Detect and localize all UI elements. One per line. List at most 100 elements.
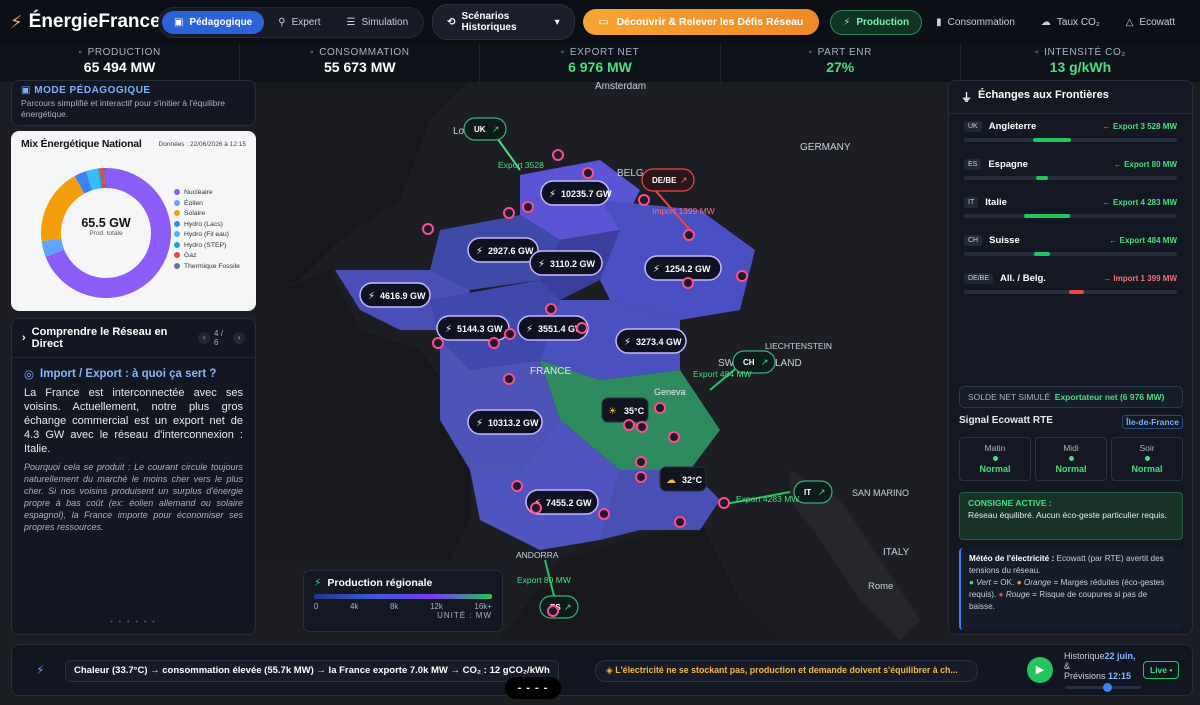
power-plant-marker[interactable] (598, 508, 610, 520)
power-plant-marker[interactable] (682, 277, 694, 289)
power-plant-marker[interactable] (736, 270, 748, 282)
kpi-icon: ◦ (310, 47, 315, 58)
power-plant-marker[interactable] (576, 322, 588, 334)
exchange-flow: ← Export 484 MW (1109, 236, 1177, 245)
power-plant-marker[interactable] (511, 480, 523, 492)
power-plant-marker[interactable] (654, 402, 666, 414)
ecowatt-slot-1[interactable]: Midi Normal (1035, 437, 1107, 481)
bolt-icon: ⚡ (476, 246, 483, 257)
weather-badge[interactable]: ☁ 32°C (659, 466, 707, 492)
region-production-badge[interactable]: ⚡ 3273.4 GW (615, 328, 687, 354)
region-value: 10313.2 GW (488, 418, 539, 428)
live-button[interactable]: Live • (1143, 661, 1180, 679)
power-plant-marker[interactable] (638, 194, 650, 206)
meteo-green: Vert (976, 578, 991, 587)
gauge-unit: UNITÉ : MW (437, 611, 492, 620)
region-production-badge[interactable]: ⚡ 2927.6 GW (467, 237, 539, 263)
power-plant-marker[interactable] (718, 497, 730, 509)
power-plant-marker[interactable] (422, 223, 434, 235)
region-production-badge[interactable]: ⚡ 5144.3 GW (436, 315, 510, 341)
power-plant-marker[interactable] (668, 431, 680, 443)
kpi-value: 6 976 MW (568, 59, 632, 75)
power-plant-marker[interactable] (547, 605, 559, 617)
exchange-flow: → Import 1 399 MW (1103, 274, 1177, 283)
bolt-icon: ⚡ (843, 16, 851, 28)
place-label: Amsterdam (595, 81, 646, 92)
mode-tab-0[interactable]: ▣ Pédagogique (162, 10, 265, 34)
gauge-tick: 4k (349, 602, 359, 611)
region-production-badge[interactable]: ⚡ 4616.9 GW (359, 282, 431, 308)
scenarios-dropdown[interactable]: ⟲ Scénarios Historiques ▾ (432, 4, 575, 40)
power-plant-marker[interactable] (545, 303, 557, 315)
exchange-bar (964, 176, 1177, 180)
exchange-bar-fill (1033, 138, 1071, 142)
country-code: ES (964, 159, 982, 170)
next-button[interactable]: › (233, 332, 245, 344)
history-amp: & (1064, 661, 1071, 671)
exchange-row-ch[interactable]: CH Suisse ← Export 484 MW (949, 228, 1192, 266)
kpi-value: 13 g/kWh (1049, 59, 1112, 75)
power-plant-marker[interactable] (635, 471, 647, 483)
challenges-button[interactable]: ▭ Découvrir & Relever les Défis Réseau (582, 9, 820, 35)
temperature-value: 32°C (682, 475, 703, 485)
play-button[interactable]: ▶ (1027, 657, 1053, 683)
region-production-badge[interactable]: ⚡ 3110.2 GW (529, 250, 603, 276)
region-production-badge[interactable]: ⚡ 10235.7 GW (540, 180, 612, 206)
exchange-row-es[interactable]: ES Espagne ← Export 80 MW (949, 152, 1192, 190)
floating-indicator[interactable]: - - - - (505, 677, 561, 699)
mode-tab-1[interactable]: ⚲ Expert (266, 11, 332, 34)
slider-handle[interactable] (1103, 683, 1112, 692)
exchange-row-it[interactable]: IT Italie ← Export 4 283 MW (949, 190, 1192, 228)
power-plant-marker[interactable] (503, 373, 515, 385)
power-plant-marker[interactable] (582, 167, 594, 179)
view-tab-3[interactable]: △ Ecowatt (1114, 10, 1187, 35)
border-flow-label: Import 1399 MW (652, 206, 715, 216)
power-plant-marker[interactable] (674, 516, 686, 528)
power-plant-marker[interactable] (432, 337, 444, 349)
exchange-row-uk[interactable]: UK Angleterre ← Export 3 528 MW (949, 114, 1192, 152)
color-scale (314, 594, 492, 599)
kpi-label-row: ◦ PART ENR (721, 47, 960, 58)
time-slider[interactable] (1065, 683, 1141, 692)
power-plant-marker[interactable] (530, 502, 542, 514)
power-plant-marker[interactable] (522, 201, 534, 213)
gauge-tick: 8k (389, 602, 399, 611)
region-selector[interactable]: Île-de-France (1122, 415, 1183, 429)
power-plant-marker[interactable] (504, 328, 516, 340)
prev-button[interactable]: ‹ (198, 332, 211, 344)
power-plant-marker[interactable] (488, 337, 500, 349)
kpi-3: ◦ PART ENR 27% (721, 44, 961, 82)
ecowatt-slot-0[interactable]: Matin Normal (959, 437, 1031, 481)
view-tab-2[interactable]: ☁ Taux CO₂ (1029, 10, 1112, 35)
power-plant-marker[interactable] (623, 419, 635, 431)
app-logo[interactable]: ⚡ ÉnergieFrance (10, 11, 161, 33)
bolt-icon: ⚡ (476, 418, 483, 429)
view-tab-1[interactable]: ▮ Consommation (924, 10, 1027, 35)
power-plant-marker[interactable] (635, 456, 647, 468)
view-tab-0[interactable]: ⚡ Production (830, 9, 923, 35)
kpi-label-row: ◦ EXPORT NET (480, 47, 719, 58)
carousel-dots[interactable]: • • • • • • (12, 619, 255, 626)
meteo-red: Rouge (1005, 590, 1030, 599)
power-plant-marker[interactable] (636, 421, 648, 433)
trend-arrow-icon: ↗ (492, 125, 500, 135)
weather-badge[interactable]: ☀ 35°C (601, 397, 649, 423)
trend-arrow-icon: ↗ (818, 488, 826, 498)
gauge-tick: 12k (429, 602, 443, 611)
place-label: LAND (775, 358, 802, 369)
tip-banner[interactable]: ◈ L'électricité ne se stockant pas, prod… (595, 660, 978, 682)
power-plant-marker[interactable] (683, 229, 695, 241)
region-value: 10235.7 GW (561, 189, 612, 199)
country-name: Angleterre (988, 121, 1037, 132)
causal-chain: Chaleur (33.7°C) → consommation élevée (… (65, 660, 559, 682)
mode-label: Simulation (361, 16, 409, 28)
power-plant-marker[interactable] (552, 149, 564, 161)
ecowatt-slot-2[interactable]: Soir Normal (1111, 437, 1183, 481)
power-plant-marker[interactable] (503, 207, 515, 219)
balance-value: Exportateur net (6 976 MW) (1054, 392, 1165, 402)
region-production-badge[interactable]: ⚡ 10313.2 GW (467, 409, 543, 435)
current-date: 22 juin, (1104, 651, 1136, 661)
region-production-badge[interactable]: ⚡ 1254.2 GW (644, 255, 722, 281)
mode-tab-2[interactable]: ☰ Simulation (334, 11, 420, 34)
exchange-row-de/be[interactable]: DE/BE All. / Belg. → Import 1 399 MW (949, 266, 1192, 304)
